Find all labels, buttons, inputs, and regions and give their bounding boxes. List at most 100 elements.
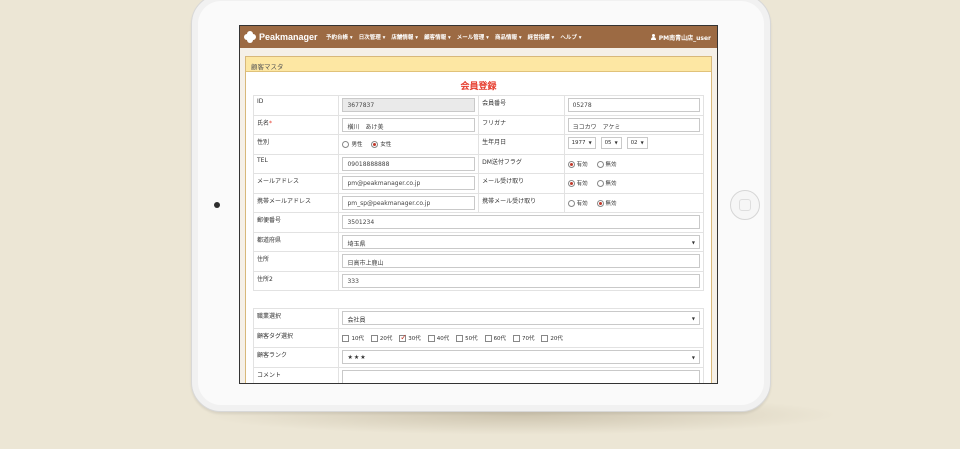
- tags-label: 顧客タグ選択: [252, 327, 340, 348]
- brand-name: Peakmanager: [259, 32, 318, 42]
- tel-label: TEL: [252, 153, 340, 174]
- tag-checkbox[interactable]: 20代: [541, 334, 563, 342]
- tag-checkbox[interactable]: 50代: [456, 334, 478, 342]
- form-row: コメント: [252, 366, 704, 383]
- tag-label: 20代: [550, 335, 563, 342]
- form-row: TEL 09018888888 DM送付フラグ 有効 無効: [252, 153, 705, 174]
- mobile-receive-valid-label: 有効: [576, 200, 588, 207]
- form-row: 都道府県 埼玉県 ▼: [252, 231, 704, 252]
- occupation-select[interactable]: 会社員 ▼: [342, 311, 700, 325]
- tag-checkbox[interactable]: 20代: [370, 334, 393, 342]
- occupation-label: 職業選択: [252, 308, 340, 329]
- dm-invalid-label: 無効: [605, 161, 617, 168]
- gender-female[interactable]: 女性: [371, 140, 391, 148]
- nav-customer[interactable]: 顧客情報 ▾: [424, 33, 451, 41]
- chevron-down-icon: ▼: [691, 355, 695, 360]
- checkbox-icon: [541, 334, 549, 342]
- checkbox-icon: [484, 334, 492, 342]
- birth-month-value: 05: [604, 140, 612, 146]
- mobile-email-field[interactable]: pm_sp@peakmanager.co.jp: [342, 195, 476, 210]
- birth-year-select[interactable]: 1977 ▼: [567, 137, 596, 149]
- form-row: 職業選択 会社員 ▼: [252, 308, 704, 329]
- email-receive-label: メール受け取り: [478, 173, 565, 194]
- form-row: 携帯メールアドレス pm_sp@peakmanager.co.jp 携帯メール受…: [252, 192, 705, 213]
- radio-selected-icon: [567, 180, 575, 187]
- gender-label: 性別: [252, 134, 340, 155]
- prefecture-select[interactable]: 埼玉県 ▼: [342, 234, 700, 249]
- tag-label: 50代: [465, 335, 478, 342]
- radio-selected-icon: [567, 160, 575, 168]
- nav-user[interactable]: PM南青山店_user: [650, 26, 711, 48]
- chevron-down-icon: ▼: [691, 239, 695, 245]
- nav-daily[interactable]: 日次管理 ▾: [359, 33, 386, 41]
- nav-help[interactable]: ヘルプ ▾: [560, 33, 581, 41]
- postal-field[interactable]: 3501234: [342, 215, 700, 229]
- form-row: 顧客タグ選択 10代 20代 30代 40代 50代 60代 70代 20代: [252, 327, 704, 348]
- email-receive-invalid[interactable]: 無効: [596, 179, 617, 187]
- member-no-field[interactable]: 05278: [567, 98, 700, 112]
- name-label: 氏名: [257, 119, 270, 127]
- chevron-down-icon: ▼: [614, 140, 618, 145]
- occupation-value: 会社員: [347, 317, 366, 324]
- nav-management[interactable]: 経営指標 ▾: [528, 33, 555, 41]
- checkbox-icon: [370, 334, 378, 342]
- id-label: ID: [252, 95, 340, 116]
- checkbox-checked-icon: [399, 333, 407, 342]
- dm-valid-label: 有効: [576, 161, 588, 168]
- furigana-field[interactable]: ヨコカワ アケミ: [567, 117, 700, 132]
- birth-day-select[interactable]: 02 ▼: [626, 137, 648, 149]
- tag-label: 40代: [436, 335, 450, 342]
- id-field: 3677837: [342, 98, 476, 112]
- required-mark: *: [269, 119, 273, 127]
- birth-month-select[interactable]: 05 ▼: [600, 137, 622, 149]
- mobile-email-label: 携帯メールアドレス: [252, 192, 340, 213]
- checkbox-icon: [427, 334, 435, 342]
- tag-checkbox[interactable]: 60代: [484, 334, 506, 342]
- address-field[interactable]: 日高市上鹿山: [342, 254, 700, 268]
- chevron-down-icon: ▼: [588, 140, 592, 145]
- mobile-receive-invalid-label: 無効: [605, 200, 617, 207]
- prefecture-label: 都道府県: [252, 231, 340, 252]
- rank-label: 顧客ランク: [252, 347, 340, 368]
- gender-female-label: 女性: [380, 142, 392, 148]
- tag-checkbox[interactable]: 30代: [399, 333, 421, 342]
- tags-group: 10代 20代 30代 40代 50代 60代 70代 20代: [338, 327, 704, 348]
- tel-field[interactable]: 09018888888: [342, 156, 476, 171]
- brand[interactable]: Peakmanager: [240, 31, 326, 43]
- tag-label: 10代: [351, 335, 364, 342]
- home-button[interactable]: [730, 190, 760, 220]
- dm-valid[interactable]: 有効: [567, 160, 588, 168]
- name-field[interactable]: 横川 あけ美: [342, 117, 476, 132]
- postal-label: 郵便番号: [252, 212, 340, 233]
- address2-field[interactable]: 333: [342, 273, 700, 288]
- tag-label: 20代: [379, 335, 393, 342]
- content-area: 顧客マスタ 会員登録 ID 3677837 会員番号 05278 氏名* 横川 …: [240, 48, 717, 383]
- address2-label: 住所2: [252, 270, 340, 291]
- panel-title: 顧客マスタ: [246, 57, 711, 72]
- radio-selected-icon: [371, 141, 379, 148]
- tag-checkbox[interactable]: 10代: [342, 334, 364, 342]
- nav-store[interactable]: 店舗情報 ▾: [391, 33, 418, 41]
- navbar: Peakmanager 予約台帳 ▾ 日次管理 ▾ 店舗情報 ▾ 顧客情報 ▾ …: [240, 26, 717, 48]
- nav-reservation[interactable]: 予約台帳 ▾: [326, 33, 353, 41]
- rank-select[interactable]: ★★★ ▼: [342, 350, 700, 364]
- email-receive-valid[interactable]: 有効: [567, 179, 588, 187]
- spacer-cell: [253, 290, 704, 309]
- dm-invalid[interactable]: 無効: [596, 160, 617, 168]
- form-row: メールアドレス pm@peakmanager.co.jp メール受け取り 有効 …: [252, 173, 705, 194]
- nav-mail[interactable]: メール管理 ▾: [457, 33, 489, 41]
- birthday-label: 生年月日: [478, 134, 565, 155]
- mobile-receive-invalid[interactable]: 無効: [596, 199, 617, 207]
- tag-checkbox[interactable]: 70代: [512, 334, 534, 342]
- comment-field[interactable]: [342, 369, 700, 383]
- email-field[interactable]: pm@peakmanager.co.jp: [342, 176, 476, 190]
- gender-male[interactable]: 男性: [342, 140, 362, 148]
- tag-checkbox[interactable]: 40代: [427, 334, 450, 342]
- email-receive-valid-label: 有効: [576, 181, 588, 187]
- form-row: 住所 日高市上鹿山: [252, 251, 704, 272]
- gender-male-label: 男性: [351, 142, 363, 148]
- nav-product[interactable]: 商品情報 ▾: [495, 33, 522, 41]
- checkbox-icon: [342, 334, 350, 342]
- mobile-receive-valid[interactable]: 有効: [567, 199, 588, 207]
- dm-flag-label: DM送付フラグ: [478, 153, 565, 174]
